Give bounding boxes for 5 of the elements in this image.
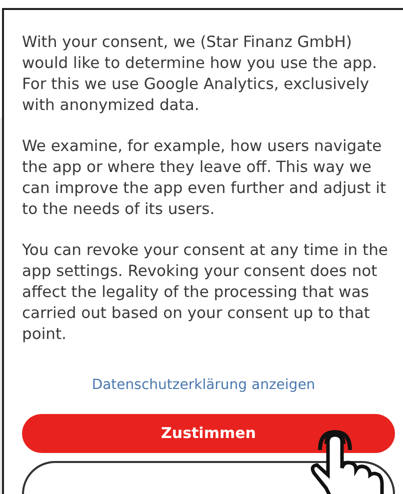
consent-paragraph: You can revoke your consent at any time in the app settings. Revoking your consent does not affect the legality of the processing that was carried out based on your consent up to that point. [22,240,389,345]
privacy-policy-link[interactable]: Datenschutzerklärung anzeigen [92,375,316,396]
consent-paragraph: We examine, for example, how users navigate the app or where they leave off. This way we can improve the app even further and adjust it to the needs of its users. [22,136,388,220]
consent-paragraph: With your consent, we (Star Finanz GmbH) would like to determine how you use the app. For this we use Google Analytics, exclusively with anonymized data. [22,32,378,116]
accept-button[interactable]: Zustimmen [22,414,395,454]
